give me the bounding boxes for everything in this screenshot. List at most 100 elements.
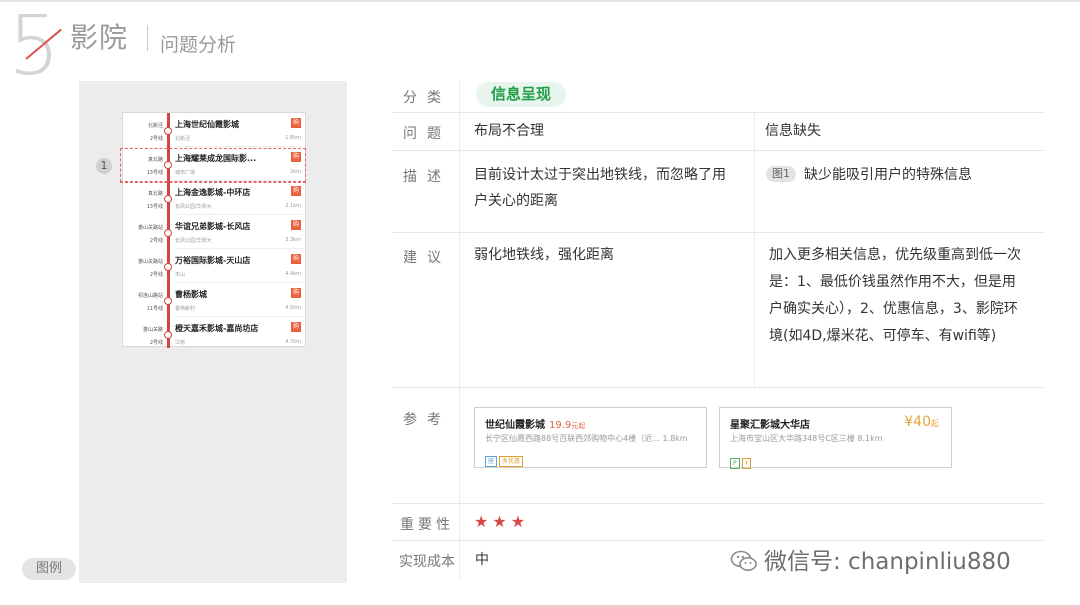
discount-tag: 多优惠 (499, 456, 524, 467)
row-label-category: 分类 (403, 90, 451, 106)
cinema-area: 北新泾 (175, 136, 191, 142)
wechat-watermark: 微信号: chanpinliu880 (730, 542, 1011, 576)
row-label-suggestion: 建议 (403, 250, 451, 266)
station-dot-icon (164, 263, 172, 271)
reference-price-unit: 起 (931, 419, 939, 428)
line-name: 2号线 (149, 272, 163, 278)
row-label-cost: 实现成本 (399, 554, 455, 570)
reference-card-1: 世纪仙霞影城 19.9元起 长宁区仙霞西路88号百联西郊购物中心4楼（近... 1… (474, 407, 707, 468)
cinema-distance: 3.3km (285, 237, 301, 243)
cinema-distance: 4.5km (285, 305, 301, 311)
annotation-marker: 1 (96, 158, 112, 174)
category-badge: 信息呈现 (476, 82, 567, 107)
cinema-area: 天山 (175, 272, 186, 278)
row-label-reference: 参考 (403, 412, 451, 428)
cinema-name: 上海世纪仙霞影城 (175, 120, 239, 129)
table-row-divider (392, 150, 1044, 151)
table-row-divider (392, 232, 1044, 233)
cinema-area: 曹杨新村 (175, 306, 196, 312)
table-row-divider (392, 540, 1044, 541)
line-name: 2号线 (149, 340, 163, 346)
cinema-list-item[interactable]: 祁连山路站 11号线 曹杨影城 曹杨新村 购 4.5km (123, 283, 307, 317)
station-dot-icon (164, 331, 172, 339)
row-label-importance: 重要性 (400, 517, 454, 533)
reference-card-2: 星聚汇影城大华店 ¥40起 上海市宝山区大华路348号C区三楼 8.1km PY (719, 407, 952, 469)
table-column-divider (459, 80, 460, 580)
buy-tag-icon: 购 (291, 186, 301, 196)
line-name: 13号线 (146, 204, 163, 210)
suggestion-line: 户确实关心），2、优惠信息，3、影院环 (769, 301, 1018, 317)
cinema-name: 曹杨影城 (175, 290, 207, 299)
cinema-list-item[interactable]: 娄山关路 2号线 橙天嘉禾影城-嘉尚坊店 江桥 购 4.7km (123, 317, 307, 351)
importance-stars: ★★★ (474, 512, 530, 531)
table-row-divider (392, 503, 1044, 504)
buy-tag-icon: 购 (291, 118, 301, 128)
seat-tag-icon: 座 (485, 456, 498, 467)
cinema-name: 上海金逸影城-中环店 (175, 188, 251, 197)
station-dot-icon (164, 127, 172, 135)
top-border (0, 0, 1080, 2)
reference-cinema-name: 世纪仙霞影城 19.9元起 (485, 416, 585, 431)
suggestion-layout: 弱化地铁线，强化距离 (474, 247, 614, 263)
reference-price-value: ¥40 (904, 414, 931, 430)
reference-price: ¥40起 (904, 414, 939, 430)
reference-price-value: 19.9 (549, 420, 572, 431)
reference-price-unit: 元起 (571, 422, 586, 430)
cinema-area: 长风公园/华师大 (175, 204, 212, 210)
description-text: 缺少能吸引用户的特殊信息 (804, 167, 972, 183)
suggestion-missing-info: 加入更多相关信息，优先级重高到低一次 是：1、最低价钱虽然作用不大，但是用 户确… (769, 242, 1044, 350)
station-name: 娄山关路 (142, 327, 163, 333)
cinema-area: 江桥 (175, 340, 186, 346)
cinema-list-item[interactable]: 真北路 13号线 上海金逸影城-中环店 长风公园/华师大 购 2.1km (123, 181, 307, 215)
buy-tag-icon: 购 (291, 254, 301, 264)
reference-tags: 座多优惠 (485, 448, 525, 467)
cinema-area: 长风公园/华师大 (175, 238, 212, 244)
cinema-name: 万裕国际影城-天山店 (175, 256, 251, 265)
station-dot-icon (164, 229, 172, 237)
buy-tag-icon: 购 (291, 322, 301, 332)
y-tag-icon: Y (741, 458, 752, 469)
page-title: 影院 (70, 21, 129, 54)
row-label-problem: 问题 (403, 126, 451, 142)
highlight-dashed-line (120, 182, 306, 183)
reference-price: 19.9元起 (549, 420, 585, 431)
watermark-text: 微信号: chanpinliu880 (764, 549, 1011, 575)
cinema-list-item[interactable]: 娄山关路站 2号线 万裕国际影城-天山店 天山 购 4.4km (123, 249, 307, 283)
station-name: 娄山关路站 (137, 259, 163, 265)
page-subtitle: 问题分析 (160, 34, 237, 56)
cinema-distance: 2.1km (285, 203, 301, 209)
station-dot-icon (164, 195, 172, 203)
cost-value: 中 (475, 552, 489, 568)
reference-name-text: 世纪仙霞影城 (485, 420, 545, 431)
cinema-name: 橙天嘉禾影城-嘉尚坊店 (175, 324, 259, 333)
table-column-divider (754, 112, 755, 387)
cinema-distance: 1.8km (285, 135, 301, 141)
line-name: 2号线 (149, 238, 163, 244)
cinema-list-item[interactable]: 北新泾 2号线 上海世纪仙霞影城 北新泾 购 1.8km (123, 113, 307, 147)
cinema-distance: 4.4km (285, 271, 301, 277)
buy-tag-icon: 购 (291, 288, 301, 298)
legend-badge: 图例 (22, 558, 76, 580)
suggestion-line: 是：1、最低价钱虽然作用不大，但是用 (769, 274, 1016, 290)
cinema-list-item[interactable]: 娄山关路站 2号线 华谊兄弟影城-长风店 长风公园/华师大 购 3.3km (123, 215, 307, 249)
description-layout: 目前设计太过于突出地铁线，而忽略了用 户关心的距离 (474, 162, 749, 214)
station-name: 娄山关路站 (137, 225, 163, 231)
cinema-name: 华谊兄弟影城-长风店 (175, 222, 251, 231)
station-name: 北新泾 (147, 123, 163, 129)
title-divider (147, 25, 148, 51)
reference-address: 上海市宝山区大华路348号C区三楼 8.1km (730, 434, 883, 443)
row-label-description: 描述 (403, 169, 451, 185)
table-row-divider (392, 387, 1044, 388)
reference-address: 长宁区仙霞西路88号百联西郊购物中心4楼（近... 1.8km (485, 434, 688, 443)
highlight-box (120, 148, 306, 182)
station-name: 真北路 (147, 191, 163, 197)
description-missing-info: 图1 缺少能吸引用户的特殊信息 (766, 162, 972, 188)
description-line: 户关心的距离 (474, 193, 558, 209)
figure-tag: 图1 (766, 166, 796, 182)
station-dot-icon (164, 297, 172, 305)
line-name: 11号线 (146, 306, 163, 312)
station-name: 祁连山路站 (137, 293, 163, 299)
parking-tag-icon: P (730, 458, 740, 469)
reference-cinema-name: 星聚汇影城大华店 (730, 420, 810, 431)
suggestion-line: 加入更多相关信息，优先级重高到低一次 (769, 247, 1021, 263)
